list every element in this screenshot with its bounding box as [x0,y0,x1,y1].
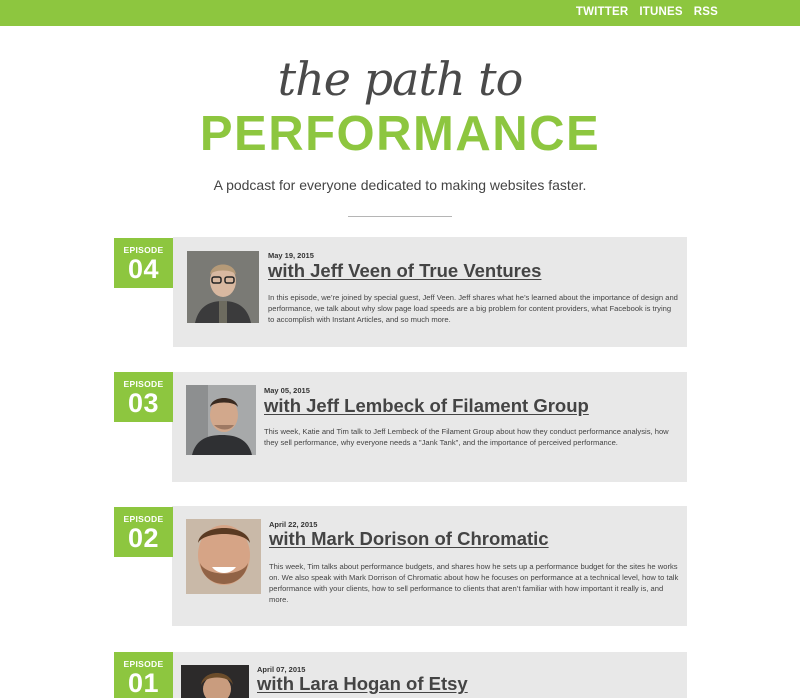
guest-photo-image [181,665,249,698]
rss-link[interactable]: RSS [694,6,718,18]
top-nav: TWITTER ITUNES RSS [576,6,718,18]
episode-badge: EPISODE 04 [114,238,173,288]
guest-photo-image [186,385,256,455]
episode-title-link[interactable]: with Jeff Veen of True Ventures [268,260,541,282]
episode-description: In this episode, we’re joined by special… [268,293,678,324]
episode-title-link[interactable]: with Lara Hogan of Etsy [257,673,468,695]
site-title-line1: the path to [277,52,524,106]
guest-photo[interactable] [186,385,256,455]
episode-date: May 05, 2015 [264,386,310,395]
episode-badge: EPISODE 02 [114,507,173,557]
divider [348,216,452,217]
episode-number: 03 [127,388,160,418]
tagline: A podcast for everyone dedicated to maki… [213,177,587,193]
guest-photo-image [186,519,261,594]
episode-number: 04 [127,254,160,284]
itunes-link[interactable]: ITUNES [639,6,682,18]
guest-photo-image [187,251,259,323]
site-title-line2: PERFORMANCE [199,107,601,161]
episode-number: 02 [127,523,160,553]
twitter-link[interactable]: TWITTER [576,6,629,18]
top-bar: TWITTER ITUNES RSS [0,0,800,26]
episode-date: May 19, 2015 [268,251,314,260]
episode-number: 01 [127,668,160,698]
episode-badge: EPISODE 01 [114,652,173,698]
episode-title-link[interactable]: with Jeff Lembeck of Filament Group [264,395,589,417]
guest-photo[interactable] [181,665,249,698]
episode-description: This week, Tim talks about performance b… [269,562,679,604]
guest-photo[interactable] [187,251,259,323]
guest-photo[interactable] [186,519,261,594]
episode-title-link[interactable]: with Mark Dorison of Chromatic [269,528,549,550]
episode-description: This week, Katie and Tim talk to Jeff Le… [264,427,669,447]
episode-badge: EPISODE 03 [114,372,173,422]
